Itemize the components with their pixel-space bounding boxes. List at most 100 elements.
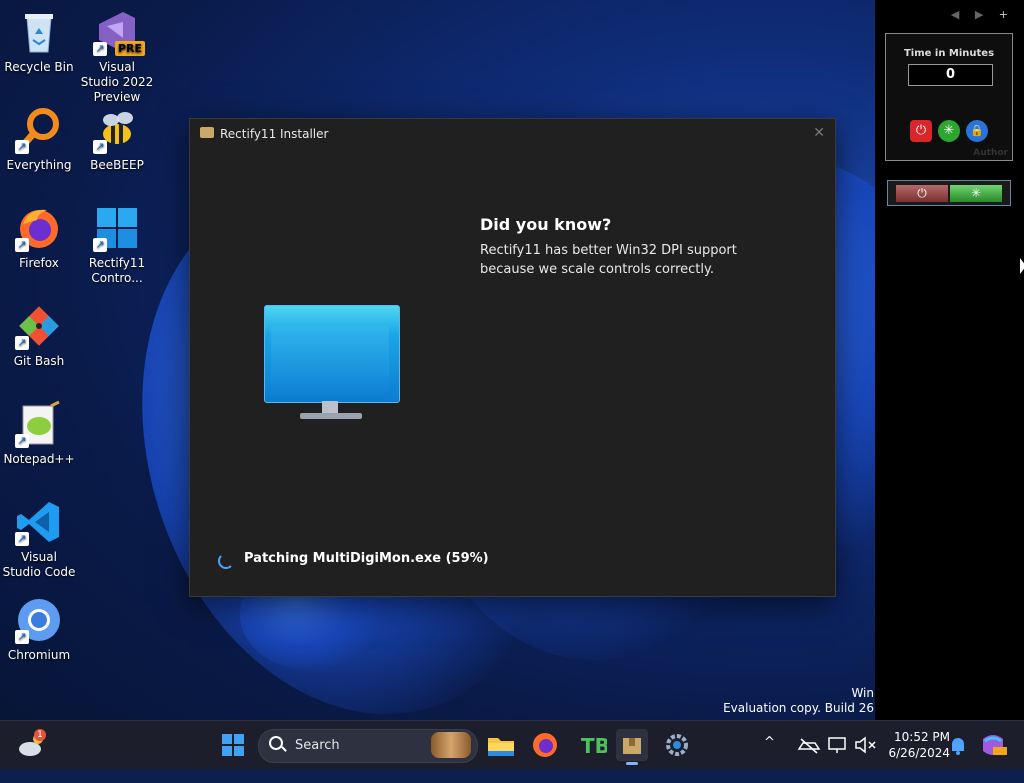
desktop-icon-visual-studio-2022-preview[interactable]: PRE ↗ Visual Studio 2022 Preview: [79, 8, 155, 105]
loading-spinner-icon: [218, 553, 234, 569]
search-placeholder: Search: [295, 738, 340, 753]
desktop-icon-notepad-plus-plus[interactable]: ↗ Notepad++: [1, 400, 77, 467]
shutdown-timer-gadget: Time in Minutes 0 ⏻ ✳ 🔒 Author: [885, 33, 1013, 161]
clock-time: 10:52 PM: [894, 730, 950, 744]
desktop-icon-chromium[interactable]: ↗ Chromium: [1, 596, 77, 663]
git-icon: ↗: [15, 302, 63, 350]
firefox-icon: ↗: [15, 204, 63, 252]
watermark-line-1: Win: [851, 686, 874, 700]
taskbar-installer-app[interactable]: [616, 729, 648, 765]
chromium-icon: ↗: [15, 596, 63, 644]
bee-icon: ↗: [93, 106, 141, 154]
desktop-icon-recycle-bin[interactable]: Recycle Bin: [1, 8, 77, 75]
desktop-icon-git-bash[interactable]: ↗ Git Bash: [1, 302, 77, 369]
taskbar-settings[interactable]: [661, 729, 693, 761]
shortcut-arrow-icon: ↗: [15, 140, 29, 154]
weather-badge: 1: [34, 729, 46, 741]
speaker-muted-icon: [855, 736, 876, 754]
desktop-icon-beebeep[interactable]: ↗ BeeBEEP: [79, 106, 155, 173]
lock-button[interactable]: 🔒: [966, 120, 988, 142]
installer-package-icon: [623, 738, 641, 754]
taskbar-firefox[interactable]: [529, 729, 561, 761]
taskbar-file-explorer[interactable]: [485, 729, 517, 761]
weather-widget[interactable]: 1: [16, 729, 48, 761]
mouse-cursor-icon: [1020, 258, 1024, 274]
power-off-button[interactable]: ⏻: [910, 120, 932, 142]
preview-badge: PRE: [114, 41, 145, 56]
standby-button[interactable]: ✳: [950, 185, 1002, 202]
rectify11-installer-window[interactable]: Rectify11 Installer ✕ Did you know? Rect…: [189, 118, 836, 597]
copilot-icon: [983, 735, 1007, 755]
taskbar: 1 Search TB ^ 10:52 PM 6/26/2024: [0, 720, 1024, 769]
gadget-controls: ◀ ▶ +: [951, 8, 1014, 21]
shortcut-arrow-icon: ↗: [15, 434, 29, 448]
notepad-plus-plus-icon: ↗: [15, 400, 63, 448]
tray-network[interactable]: [793, 729, 825, 761]
taskbar-text-app[interactable]: TB: [575, 729, 610, 761]
watermark-line-2: Evaluation copy. Build 26: [723, 701, 874, 715]
desktop-icon-visual-studio-code[interactable]: ↗ Visual Studio Code: [1, 498, 77, 580]
shortcut-arrow-icon: ↗: [15, 238, 29, 252]
rectify11-windows-icon: ↗: [93, 204, 141, 252]
windows-start-icon: [222, 734, 244, 756]
desktop-icon-label: Recycle Bin: [4, 60, 74, 74]
search-icon: [269, 736, 283, 750]
vscode-icon: ↗: [15, 498, 63, 546]
gadget-nav-arrows[interactable]: ◀ ▶: [951, 8, 989, 21]
desktop-icon-firefox[interactable]: ↗ Firefox: [1, 204, 77, 271]
shutdown-button[interactable]: ⏻: [896, 185, 948, 202]
did-you-know-heading: Did you know?: [480, 215, 612, 234]
monitor-illustration-icon: [264, 305, 400, 423]
desktop-icon-label: Chromium: [7, 648, 71, 662]
installer-titlebar[interactable]: Rectify11 Installer ✕: [190, 119, 835, 149]
shortcut-arrow-icon: ↗: [93, 238, 107, 252]
shortcut-arrow-icon: ↗: [93, 42, 107, 56]
taskbar-clock[interactable]: 10:52 PM 6/26/2024: [880, 729, 950, 761]
shortcut-arrow-icon: ↗: [15, 336, 29, 350]
installer-title: Rectify11 Installer: [220, 127, 329, 141]
desktop-icon-label: Visual Studio Code: [2, 550, 76, 579]
clock-date: 6/26/2024: [888, 746, 950, 760]
search-highlight-image: [431, 732, 471, 758]
timer-label: Time in Minutes: [903, 48, 995, 59]
timer-minutes-input[interactable]: 0: [908, 64, 993, 86]
folder-icon: [488, 738, 514, 756]
gadget-author-label: Author: [973, 148, 1008, 158]
shortcut-arrow-icon: ↗: [15, 532, 29, 546]
tray-volume[interactable]: [850, 729, 882, 761]
desktop-icon-label: Git Bash: [13, 354, 65, 368]
close-button[interactable]: ✕: [813, 125, 825, 141]
installer-app-icon: [200, 127, 214, 138]
start-button[interactable]: [217, 729, 249, 761]
active-indicator: [626, 762, 638, 765]
taskbar-search-box[interactable]: Search: [258, 729, 478, 763]
desktop-icon-everything[interactable]: ↗ Everything: [1, 106, 77, 173]
gadget-sidebar: ◀ ▶ + Time in Minutes 0 ⏻ ✳ 🔒 Author ⏻ ✳: [875, 0, 1024, 720]
power-gadget: ⏻ ✳: [887, 180, 1011, 206]
firefox-icon: [533, 733, 557, 757]
did-you-know-body: Rectify11 has better Win32 DPI support b…: [480, 243, 737, 277]
notifications-button[interactable]: [942, 729, 974, 761]
shortcut-arrow-icon: ↗: [15, 630, 29, 644]
network-disconnected-icon: [797, 738, 821, 754]
desktop-icon-label: Firefox: [19, 256, 59, 270]
visual-studio-icon: PRE ↗: [93, 8, 145, 56]
copilot-preview-button[interactable]: [977, 729, 1009, 761]
desktop-icon-label: Notepad++: [3, 452, 75, 466]
shortcut-arrow-icon: ↗: [93, 140, 107, 154]
svg-text:TB: TB: [581, 734, 607, 758]
desktop-icon-rectify11-control[interactable]: ↗ Rectify11 Contro...: [79, 204, 155, 286]
evaluation-watermark: Win Evaluation copy. Build 26: [723, 686, 874, 716]
progress-text: Patching MultiDigiMon.exe (59%): [244, 551, 489, 566]
sleep-button[interactable]: ✳: [938, 120, 960, 142]
desktop-icon-label: Everything: [6, 158, 72, 172]
recycle-bin-icon: [15, 8, 63, 56]
desktop-icon-label: BeeBEEP: [90, 158, 144, 172]
bell-icon: [952, 738, 964, 755]
gear-icon: [666, 734, 688, 756]
tb-app-icon: TB: [581, 734, 610, 758]
desktop-icon-label: Visual Studio 2022 Preview: [80, 60, 154, 104]
everything-magnifier-icon: ↗: [15, 106, 63, 154]
tray-overflow-chevron[interactable]: ^: [764, 735, 775, 783]
add-gadget-button[interactable]: +: [999, 8, 1014, 21]
